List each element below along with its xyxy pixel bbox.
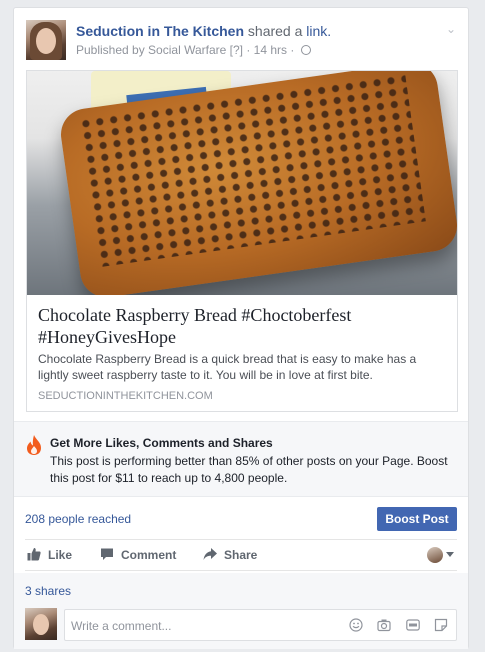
comment-label: Comment: [121, 548, 177, 562]
fire-icon: [27, 435, 41, 455]
post-header: Seduction in The Kitchen shared a link. …: [26, 20, 456, 64]
emoji-icon[interactable]: [349, 618, 363, 632]
post-title-line: Seduction in The Kitchen shared a link.: [76, 23, 331, 39]
comment-tools: [338, 618, 448, 634]
globe-icon: [300, 45, 311, 55]
share-label: Share: [224, 548, 258, 562]
meta-separator-2: ·: [290, 43, 295, 57]
comment-button[interactable]: Comment: [100, 540, 176, 570]
boost-post-button[interactable]: Boost Post: [377, 507, 457, 531]
link-preview[interactable]: Chocolate Raspberry Bread #Choctoberfest…: [26, 70, 458, 412]
promo-text: This post is performing better than 85% …: [50, 454, 448, 485]
author-avatar[interactable]: [26, 20, 66, 60]
people-reached[interactable]: 208 people reached: [25, 512, 131, 526]
promo-title: Get More Likes, Comments and Shares: [50, 436, 273, 450]
publisher-text: Published by Social Warfare: [76, 43, 227, 57]
chevron-down-icon[interactable]: ⌄: [446, 22, 456, 36]
commenter-avatar[interactable]: [25, 608, 57, 640]
preview-domain: SEDUCTIONINTHEKITCHEN.COM: [38, 390, 213, 402]
comment-placeholder: Write a comment...: [71, 619, 172, 633]
post-card: Seduction in The Kitchen shared a link. …: [13, 7, 469, 649]
post-as-selector[interactable]: [427, 547, 457, 563]
boost-promo: Get More Likes, Comments and Shares This…: [14, 421, 468, 497]
like-label: Like: [48, 548, 73, 562]
speech-bubble-icon: [101, 548, 113, 560]
post-time[interactable]: 14 hrs: [254, 43, 287, 57]
meta-separator: ·: [246, 43, 251, 57]
thumbs-up-icon: [27, 548, 41, 561]
preview-image[interactable]: [27, 71, 457, 295]
comment-input[interactable]: Write a comment...: [64, 609, 457, 641]
avatar: [427, 547, 443, 563]
like-button[interactable]: Like: [27, 540, 72, 570]
post-meta: Published by Social Warfare [?] · 14 hrs…: [76, 43, 311, 57]
help-link[interactable]: [?]: [230, 43, 243, 57]
sticker-icon[interactable]: [434, 618, 448, 632]
share-arrow-icon: [203, 548, 217, 560]
shares-count[interactable]: 3 shares: [25, 584, 71, 598]
gif-icon[interactable]: [405, 618, 420, 632]
action-link[interactable]: link.: [306, 23, 331, 39]
action-bar: Like Comment Share: [25, 539, 457, 571]
author-name[interactable]: Seduction in The Kitchen: [76, 23, 244, 39]
preview-description: Chocolate Raspberry Bread is a quick bre…: [38, 352, 417, 382]
share-button[interactable]: Share: [203, 540, 257, 570]
comments-section: 3 shares Write a comment...: [14, 573, 468, 649]
camera-icon[interactable]: [377, 618, 391, 632]
preview-title[interactable]: Chocolate Raspberry Bread #Choctoberfest…: [38, 304, 448, 348]
action-text: shared a: [247, 23, 303, 39]
caret-down-icon: [446, 552, 454, 557]
